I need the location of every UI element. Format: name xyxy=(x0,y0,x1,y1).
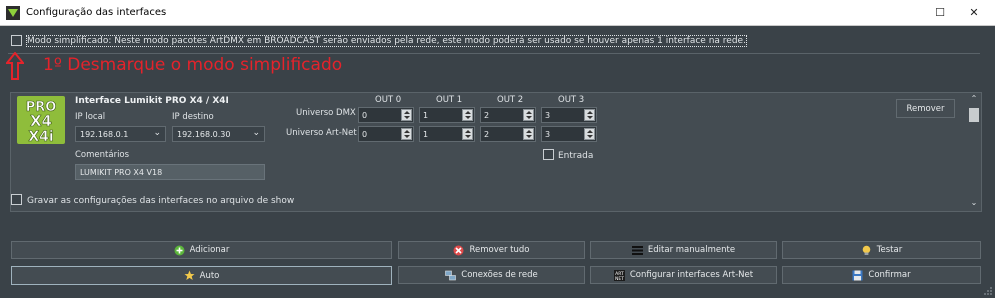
ip-local-value: 192.168.0.1 xyxy=(80,130,129,139)
save-disk-icon xyxy=(852,270,863,280)
dialog-body: Modo simplificado: Neste modo pacotes Ar… xyxy=(0,26,995,298)
comments-value: LUMIKIT PRO X4 V18 xyxy=(80,168,163,177)
spin-arrows-icon[interactable] xyxy=(462,128,473,140)
spin-value: 0 xyxy=(362,130,368,139)
spin-value: 2 xyxy=(484,111,490,120)
test-button-label: Testar xyxy=(876,245,903,255)
svg-text:NET: NET xyxy=(615,276,624,281)
spin-value: 0 xyxy=(362,111,368,120)
network-icon xyxy=(445,270,457,280)
ip-local-label: IP local xyxy=(75,112,106,122)
universe-artnet-out2[interactable]: 2 xyxy=(480,126,536,142)
simple-mode-checkbox[interactable] xyxy=(11,35,22,46)
network-connections-button-label: Conexões de rede xyxy=(461,270,538,280)
input-checkbox[interactable] xyxy=(543,149,554,160)
out-1-header: OUT 1 xyxy=(436,95,463,105)
input-label: Entrada xyxy=(558,151,594,161)
maximize-button[interactable]: ☐ xyxy=(930,4,950,22)
simple-mode-label[interactable]: Modo simplificado: Neste modo pacotes Ar… xyxy=(26,35,747,47)
spin-value: 3 xyxy=(545,111,551,120)
lightbulb-icon xyxy=(862,245,871,255)
auto-button[interactable]: Auto xyxy=(11,266,392,285)
app-logo-icon xyxy=(6,6,20,20)
spin-value: 3 xyxy=(545,130,551,139)
spin-arrows-icon[interactable] xyxy=(523,128,534,140)
spin-arrows-icon[interactable] xyxy=(584,109,595,121)
out-3-header: OUT 3 xyxy=(558,95,585,105)
ip-local-select[interactable]: 192.168.0.1 ⌄ xyxy=(75,126,166,142)
arrow-up-icon xyxy=(6,52,24,80)
confirm-button-label: Confirmar xyxy=(868,270,911,280)
out-0-header: OUT 0 xyxy=(375,95,402,105)
remove-button[interactable]: Remover xyxy=(896,99,955,118)
universe-dmx-out3[interactable]: 3 xyxy=(541,107,597,123)
edit-manually-button[interactable]: Editar manualmente xyxy=(590,241,777,259)
comments-label: Comentários xyxy=(75,150,130,160)
chevron-down-icon: ⌄ xyxy=(153,128,161,138)
device-logo-icon: PRO X4 X4i xyxy=(25,100,56,146)
universe-artnet-out3[interactable]: 3 xyxy=(541,126,597,142)
ip-dest-value: 192.168.0.30 xyxy=(177,130,231,139)
universe-artnet-label: Universo Art-Net xyxy=(286,128,357,138)
add-button-label: Adicionar xyxy=(189,245,230,255)
save-config-checkbox[interactable] xyxy=(11,194,22,205)
network-connections-button[interactable]: Conexões de rede xyxy=(398,266,585,284)
configure-artnet-button[interactable]: ART NET Configurar interfaces Art-Net xyxy=(590,266,777,284)
window-title: Configuração das interfaces xyxy=(26,7,167,18)
configure-artnet-button-label: Configurar interfaces Art-Net xyxy=(629,270,754,280)
spin-arrows-icon[interactable] xyxy=(401,109,412,121)
ip-dest-select[interactable]: 192.168.0.30 ⌄ xyxy=(172,126,265,142)
remove-button-label: Remover xyxy=(906,103,945,114)
scroll-up-icon[interactable]: ⌃ xyxy=(968,94,980,103)
window-titlebar: Configuração das interfaces ☐ ✕ xyxy=(0,0,995,26)
ip-dest-label: IP destino xyxy=(172,112,214,122)
divider xyxy=(8,53,980,54)
remove-circle-icon xyxy=(453,245,464,255)
star-icon xyxy=(184,270,195,280)
interface-title: Interface Lumikit PRO X4 / X4I xyxy=(75,96,229,106)
svg-text:X4i: X4i xyxy=(28,129,53,144)
auto-button-label: Auto xyxy=(199,270,220,281)
test-button[interactable]: Testar xyxy=(782,241,981,259)
svg-text:X4: X4 xyxy=(30,112,52,130)
spin-arrows-icon[interactable] xyxy=(584,128,595,140)
list-icon xyxy=(631,245,643,255)
out-2-header: OUT 2 xyxy=(497,95,524,105)
resize-grip-icon[interactable] xyxy=(983,286,993,296)
edit-manually-button-label: Editar manualmente xyxy=(647,245,736,255)
universe-dmx-out0[interactable]: 0 xyxy=(358,107,414,123)
spin-value: 1 xyxy=(423,111,429,120)
lumikit-pro-x4-logo: PRO X4 X4i xyxy=(17,96,65,146)
annotation-text: 1º Desmarque o modo simplificado xyxy=(43,55,343,75)
plus-circle-icon xyxy=(174,245,185,255)
universe-dmx-out1[interactable]: 1 xyxy=(419,107,475,123)
spin-arrows-icon[interactable] xyxy=(462,109,473,121)
save-config-label[interactable]: Gravar as configurações das interfaces n… xyxy=(27,196,294,206)
comments-input[interactable]: LUMIKIT PRO X4 V18 xyxy=(75,164,265,180)
confirm-button[interactable]: Confirmar xyxy=(782,266,981,284)
scroll-down-icon[interactable]: ⌄ xyxy=(968,198,980,207)
universe-dmx-label: Universo DMX xyxy=(296,108,356,118)
close-button[interactable]: ✕ xyxy=(964,4,984,22)
panel-scrollbar[interactable]: ⌃ ⌄ xyxy=(968,94,980,210)
chevron-down-icon: ⌄ xyxy=(252,128,260,138)
universe-dmx-out2[interactable]: 2 xyxy=(480,107,536,123)
spin-arrows-icon[interactable] xyxy=(523,109,534,121)
remove-all-button-label: Remover tudo xyxy=(469,245,530,255)
spin-value: 1 xyxy=(423,130,429,139)
artnet-icon: ARTNET xyxy=(613,269,625,281)
add-button[interactable]: Adicionar xyxy=(11,241,392,259)
spin-arrows-icon[interactable] xyxy=(401,128,412,140)
universe-artnet-out1[interactable]: 1 xyxy=(419,126,475,142)
spin-value: 2 xyxy=(484,130,490,139)
remove-all-button[interactable]: Remover tudo xyxy=(398,241,585,259)
scroll-thumb[interactable] xyxy=(969,108,979,122)
universe-artnet-out0[interactable]: 0 xyxy=(358,126,414,142)
